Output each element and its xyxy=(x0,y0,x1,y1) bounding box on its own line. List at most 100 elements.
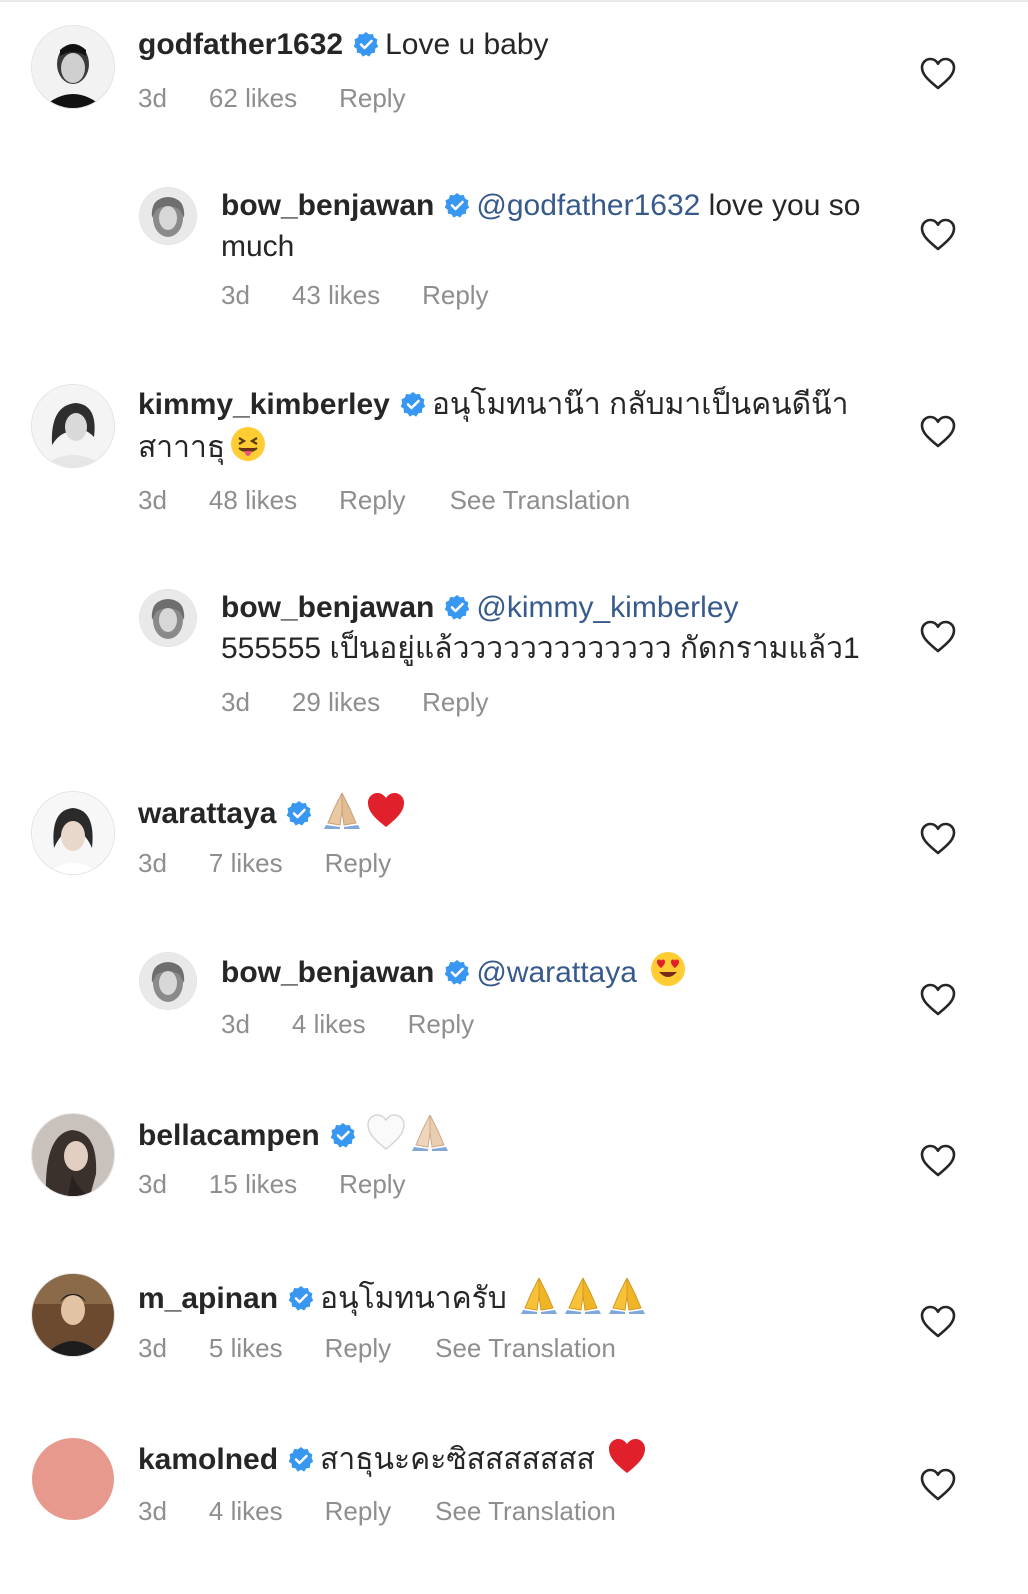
reply-button[interactable]: Reply xyxy=(325,1332,391,1364)
verified-badge-icon xyxy=(288,1285,314,1311)
comment-body: bow_benjawan @kimmy_kimberley 555555 เป็นอ… xyxy=(221,587,901,669)
folded-hands-emoji xyxy=(322,789,362,829)
comment-body: godfather1632 Love u baby xyxy=(138,24,898,65)
heart-outline-icon[interactable] xyxy=(920,620,956,654)
white-heart-emoji xyxy=(366,1113,406,1151)
comment-meta: 3d 48 likes Reply See Translation xyxy=(138,484,630,516)
avatar-bellacampen[interactable] xyxy=(32,1114,114,1196)
comment-likes[interactable]: 15 likes xyxy=(209,1168,297,1200)
verified-badge-icon xyxy=(400,391,426,417)
verified-badge-icon xyxy=(353,31,379,57)
folded-hands-emoji xyxy=(563,1274,603,1314)
heart-outline-icon[interactable] xyxy=(920,1468,956,1502)
comment-body: bellacampen xyxy=(138,1111,898,1156)
comment-username[interactable]: bow_benjawan xyxy=(221,189,434,222)
see-translation-button[interactable]: See Translation xyxy=(435,1495,616,1527)
heart-outline-icon[interactable] xyxy=(920,57,956,91)
top-divider xyxy=(0,0,1028,2)
comment-text: 555555 เป็นอยู่แล้ววววววววววววว กัดกรามแ… xyxy=(221,632,860,665)
comment-meta: 3d 15 likes Reply xyxy=(138,1168,450,1200)
comment-likes[interactable]: 5 likes xyxy=(209,1332,283,1364)
comment-username[interactable]: bellacampen xyxy=(138,1119,320,1152)
comment-username[interactable]: warattaya xyxy=(138,797,276,830)
comment-text: อนุโมทนาครับ xyxy=(320,1282,507,1315)
smiling-face-with-heart-eyes-emoji xyxy=(649,950,687,988)
mention-link[interactable]: @godfather1632 xyxy=(476,189,700,222)
avatar-kamolned[interactable] xyxy=(32,1438,114,1520)
red-heart-emoji xyxy=(607,1437,647,1475)
avatar-bow_benjawan[interactable] xyxy=(140,953,196,1009)
comment-meta: 3d 4 likes Reply See Translation xyxy=(138,1495,616,1527)
avatar-godfather1632[interactable] xyxy=(32,26,114,108)
mention-link[interactable]: @warattaya xyxy=(476,956,637,989)
comment-time: 3d xyxy=(138,848,167,878)
heart-outline-icon[interactable] xyxy=(920,415,956,449)
reply-button[interactable]: Reply xyxy=(408,1008,474,1040)
comment-time: 3d xyxy=(221,1009,250,1039)
comment-meta: 3d 43 likes Reply xyxy=(221,279,533,311)
comment-likes[interactable]: 4 likes xyxy=(292,1008,366,1040)
heart-outline-icon[interactable] xyxy=(920,822,956,856)
comment-meta: 3d 62 likes Reply xyxy=(138,82,450,114)
comment-body: bow_benjawan @warattaya xyxy=(221,950,901,993)
avatar-warattaya[interactable] xyxy=(32,792,114,874)
comment-body: kamolned สาธุนะคะซิสสสสสสส xyxy=(138,1437,898,1480)
reply-button[interactable]: Reply xyxy=(339,82,405,114)
comment-username[interactable]: bow_benjawan xyxy=(221,956,434,989)
comment-time: 3d xyxy=(138,1496,167,1526)
comment-meta: 3d 5 likes Reply See Translation xyxy=(138,1332,616,1364)
comment-body: bow_benjawan @godfather1632 love you so m… xyxy=(221,185,901,267)
comment-time: 3d xyxy=(138,83,167,113)
verified-badge-icon xyxy=(288,1446,314,1472)
verified-badge-icon xyxy=(444,192,470,218)
comment-body: warattaya xyxy=(138,789,898,834)
reply-button[interactable]: Reply xyxy=(339,1168,405,1200)
heart-outline-icon[interactable] xyxy=(920,218,956,252)
comment-likes[interactable]: 62 likes xyxy=(209,82,297,114)
comment-body: kimmy_kimberley อนุโมทนาน๊า กลับมาเป็นคนด… xyxy=(138,384,878,468)
see-translation-button[interactable]: See Translation xyxy=(435,1332,616,1364)
comment-username[interactable]: m_apinan xyxy=(138,1282,278,1315)
avatar-bow_benjawan[interactable] xyxy=(140,590,196,646)
avatar-bow_benjawan[interactable] xyxy=(140,188,196,244)
verified-badge-icon xyxy=(330,1122,356,1148)
comment-text: สาธุนะคะซิสสสสสสส xyxy=(320,1443,595,1476)
comment-time: 3d xyxy=(221,280,250,310)
comment-username[interactable]: bow_benjawan xyxy=(221,591,434,624)
heart-outline-icon[interactable] xyxy=(920,1305,956,1339)
comment-time: 3d xyxy=(138,1333,167,1363)
comment-meta: 3d 29 likes Reply xyxy=(221,686,533,718)
reply-button[interactable]: Reply xyxy=(325,1495,391,1527)
comment-likes[interactable]: 4 likes xyxy=(209,1495,283,1527)
comment-text: Love u baby xyxy=(385,28,549,61)
verified-badge-icon xyxy=(444,594,470,620)
folded-hands-emoji xyxy=(519,1274,559,1314)
comment-likes[interactable]: 7 likes xyxy=(209,847,283,879)
squinting-face-with-tongue-emoji xyxy=(229,425,267,463)
comment-username[interactable]: godfather1632 xyxy=(138,28,343,61)
comment-likes[interactable]: 29 likes xyxy=(292,686,380,718)
folded-hands-emoji xyxy=(410,1111,450,1151)
comment-likes[interactable]: 48 likes xyxy=(209,484,297,516)
verified-badge-icon xyxy=(444,959,470,985)
comment-time: 3d xyxy=(221,687,250,717)
comment-username[interactable]: kamolned xyxy=(138,1443,278,1476)
avatar-m_apinan[interactable] xyxy=(32,1274,114,1356)
red-heart-emoji xyxy=(366,791,406,829)
reply-button[interactable]: Reply xyxy=(422,279,488,311)
comment-meta: 3d 4 likes Reply xyxy=(221,1008,518,1040)
comment-body: m_apinan อนุโมทนาครับ xyxy=(138,1274,898,1319)
heart-outline-icon[interactable] xyxy=(920,1144,956,1178)
avatar-kimmy_kimberley[interactable] xyxy=(32,385,114,467)
heart-outline-icon[interactable] xyxy=(920,983,956,1017)
comment-meta: 3d 7 likes Reply xyxy=(138,847,435,879)
comment-time: 3d xyxy=(138,1169,167,1199)
reply-button[interactable]: Reply xyxy=(339,484,405,516)
reply-button[interactable]: Reply xyxy=(422,686,488,718)
mention-link[interactable]: @kimmy_kimberley xyxy=(476,591,738,624)
see-translation-button[interactable]: See Translation xyxy=(450,484,631,516)
reply-button[interactable]: Reply xyxy=(325,847,391,879)
folded-hands-emoji xyxy=(607,1274,647,1314)
comment-username[interactable]: kimmy_kimberley xyxy=(138,388,390,421)
comment-likes[interactable]: 43 likes xyxy=(292,279,380,311)
